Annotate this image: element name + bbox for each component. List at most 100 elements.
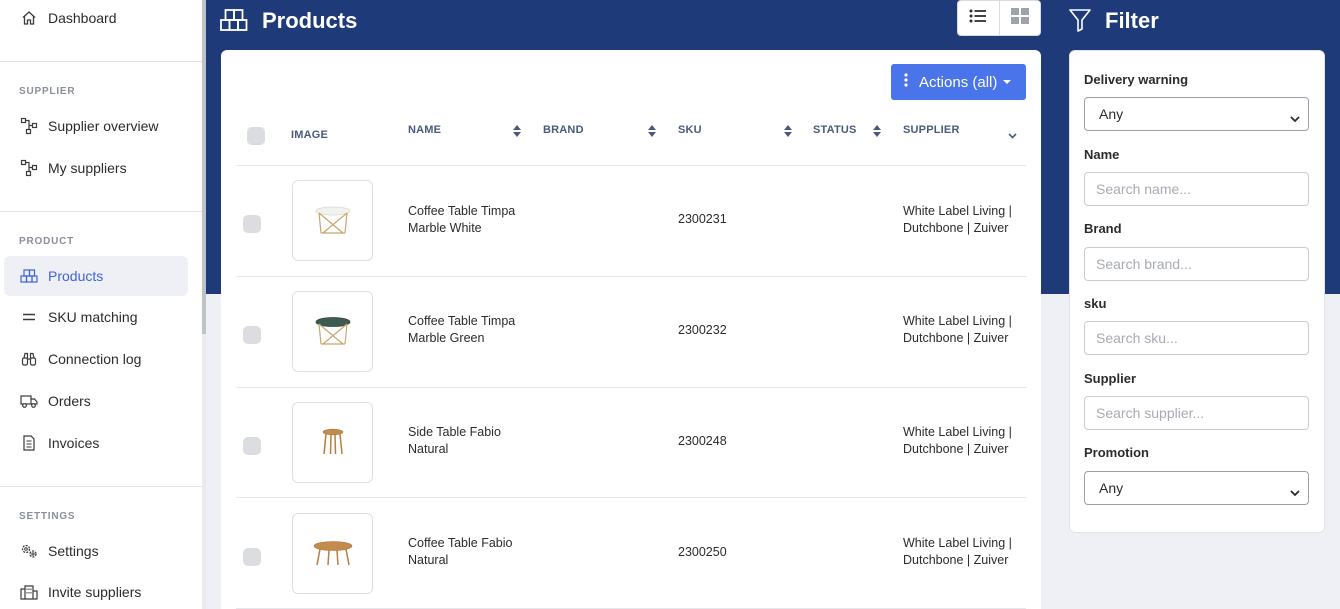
sidebar-item-label: Connection log	[48, 351, 142, 367]
row-checkbox[interactable]	[243, 437, 261, 455]
filter-label-sku: sku	[1084, 296, 1107, 311]
sidebar-item-products[interactable]: Products	[4, 256, 188, 296]
product-supplier: White Label Living | Dutchbone | Zuiver	[903, 535, 1012, 569]
product-sku: 2300231	[678, 212, 727, 226]
sidebar-item-settings[interactable]: Settings	[4, 531, 188, 571]
product-name-line: Coffee Table Fabio	[408, 536, 513, 550]
product-image[interactable]	[292, 513, 373, 594]
network-icon	[20, 117, 38, 135]
supplier-line: Dutchbone | Zuiver	[903, 221, 1009, 235]
sidebar-item-dashboard[interactable]: Dashboard	[4, 0, 188, 38]
chevron-down-icon	[1290, 110, 1300, 126]
product-name[interactable]: Coffee Table Fabio Natural	[408, 535, 512, 569]
supplier-line: Dutchbone | Zuiver	[903, 553, 1009, 567]
sidebar-item-sku-matching[interactable]: SKU matching	[4, 297, 188, 337]
filter-label-delivery-warning: Delivery warning	[1084, 72, 1189, 87]
product-supplier: White Label Living | Dutchbone | Zuiver	[903, 424, 1012, 458]
product-name[interactable]: Side Table Fabio Natural	[408, 424, 501, 458]
row-divider	[236, 276, 1026, 277]
column-header-brand[interactable]: BRAND	[543, 124, 584, 136]
supplier-line: White Label Living |	[903, 204, 1012, 218]
product-image[interactable]	[292, 180, 373, 261]
sidebar-item-label: My suppliers	[48, 160, 127, 176]
delivery-warning-select[interactable]: Any	[1084, 97, 1309, 131]
truck-icon	[20, 392, 38, 410]
chevron-down-icon[interactable]	[1008, 126, 1017, 144]
sidebar-item-my-suppliers[interactable]: My suppliers	[4, 148, 188, 188]
sort-icon[interactable]	[784, 124, 792, 142]
filter-label-brand: Brand	[1084, 221, 1122, 236]
sidebar-item-connection-log[interactable]: Connection log	[4, 339, 188, 379]
select-all-checkbox[interactable]	[247, 127, 265, 145]
supplier-line: Dutchbone | Zuiver	[903, 442, 1009, 456]
coffee-table-fabio-image	[313, 540, 352, 565]
caret-down-icon	[1003, 80, 1012, 84]
supplier-line: White Label Living |	[903, 314, 1012, 328]
sidebar-item-invoices[interactable]: Invoices	[4, 423, 188, 463]
product-name-line: Marble White	[408, 221, 482, 235]
sidebar-item-supplier-overview[interactable]: Supplier overview	[4, 106, 188, 146]
filter-title: Filter	[1105, 8, 1159, 33]
sidebar-item-label: Dashboard	[48, 10, 117, 26]
sidebar-item-orders[interactable]: Orders	[4, 381, 188, 421]
column-header-sku[interactable]: SKU	[678, 124, 702, 136]
side-table-image	[322, 428, 343, 454]
view-toggle	[957, 0, 1041, 36]
boxes-icon	[20, 267, 38, 285]
list-view-button[interactable]	[958, 1, 1000, 35]
brand-search-input[interactable]: Search brand...	[1084, 247, 1309, 281]
supplier-line: White Label Living |	[903, 536, 1012, 550]
network-icon	[20, 159, 38, 177]
sort-icon[interactable]	[648, 124, 656, 142]
actions-label: Actions (all)	[919, 73, 998, 91]
grid-view-button[interactable]	[1000, 1, 1041, 35]
sidebar-item-label: Products	[48, 268, 104, 284]
list-icon	[969, 9, 987, 28]
equals-icon	[20, 308, 38, 326]
name-search-input[interactable]: Search name...	[1084, 172, 1309, 206]
row-checkbox[interactable]	[243, 326, 261, 344]
sidebar: Dashboard SUPPLIER Supplier overview My …	[0, 0, 206, 609]
sort-icon[interactable]	[513, 124, 521, 142]
product-sku: 2300232	[678, 323, 727, 337]
grid-icon	[1010, 7, 1029, 29]
product-name-line: Side Table Fabio	[408, 425, 501, 439]
product-supplier: White Label Living | Dutchbone | Zuiver	[903, 313, 1012, 347]
product-name-line: Marble Green	[408, 331, 485, 345]
sku-search-input[interactable]: Search sku...	[1084, 321, 1309, 355]
column-header-name[interactable]: NAME	[408, 124, 441, 136]
product-image[interactable]	[292, 402, 373, 483]
invoice-icon	[20, 434, 38, 452]
supplier-line: White Label Living |	[903, 425, 1012, 439]
divider	[0, 211, 202, 212]
section-label-product: PRODUCT	[19, 236, 75, 247]
page-title: Products	[262, 8, 358, 33]
filter-label-name: Name	[1084, 147, 1120, 162]
product-sku: 2300250	[678, 545, 727, 559]
sidebar-item-invite-suppliers[interactable]: Invite suppliers	[4, 572, 188, 609]
column-header-supplier[interactable]: SUPPLIER	[903, 124, 960, 136]
row-divider	[236, 387, 1026, 388]
row-checkbox[interactable]	[243, 548, 261, 566]
product-name-line: Coffee Table Timpa	[408, 314, 516, 328]
product-name[interactable]: Coffee Table Timpa Marble White	[408, 203, 515, 237]
product-name-line: Coffee Table Timpa	[408, 204, 516, 218]
supplier-search-input[interactable]: Search supplier...	[1084, 396, 1309, 430]
sort-icon[interactable]	[873, 124, 881, 142]
product-name[interactable]: Coffee Table Timpa Marble Green	[408, 313, 515, 347]
section-label-settings: SETTINGS	[19, 511, 76, 522]
product-name-line: Natural	[408, 553, 449, 567]
section-label-supplier: SUPPLIER	[19, 86, 76, 97]
actions-all-button[interactable]: Actions (all)	[891, 64, 1026, 100]
row-divider	[236, 497, 1026, 498]
boxes-icon	[220, 7, 248, 38]
sidebar-item-label: Invite suppliers	[48, 584, 142, 600]
sidebar-item-label: Supplier overview	[48, 118, 159, 134]
row-checkbox[interactable]	[243, 215, 261, 233]
product-image[interactable]	[292, 291, 373, 372]
promotion-select[interactable]: Any	[1084, 471, 1309, 505]
product-sku: 2300248	[678, 434, 727, 448]
sidebar-item-label: Orders	[48, 393, 91, 409]
column-header-status[interactable]: STATUS	[813, 124, 857, 136]
sidebar-item-label: SKU matching	[48, 309, 138, 325]
